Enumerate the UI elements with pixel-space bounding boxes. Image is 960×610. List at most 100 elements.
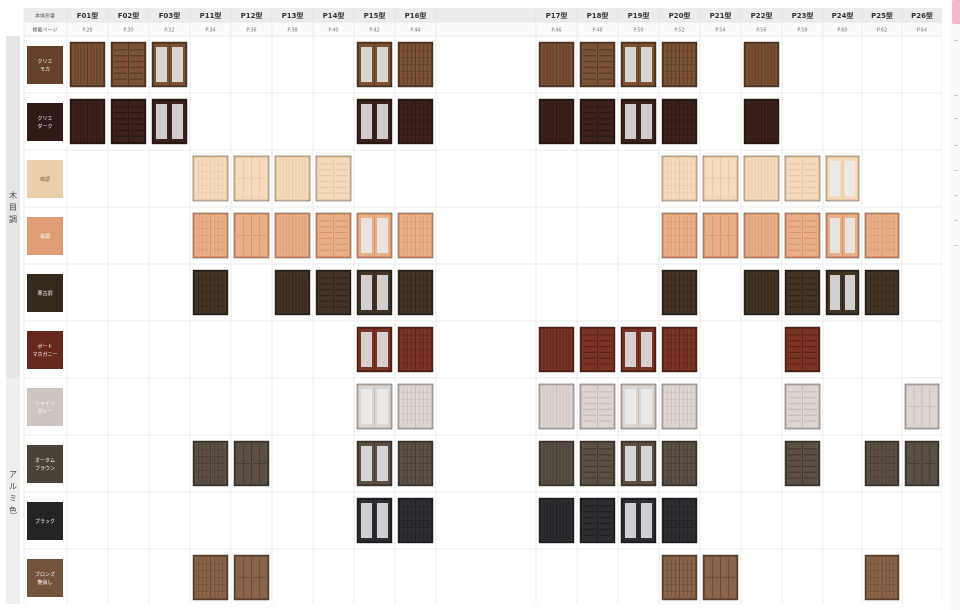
door-thumbnail[interactable] <box>661 383 698 430</box>
door-thumbnail[interactable] <box>661 212 698 259</box>
door-thumbnail[interactable] <box>579 497 616 544</box>
door-thumbnail[interactable] <box>397 497 434 544</box>
door-thumbnail[interactable] <box>397 326 434 373</box>
door-thumbnail[interactable] <box>620 440 657 487</box>
door-thumbnail[interactable] <box>661 269 698 316</box>
door-thumbnail[interactable] <box>233 554 270 601</box>
door-thumbnail[interactable] <box>397 212 434 259</box>
door-thumbnail[interactable] <box>192 212 229 259</box>
door-thumbnail[interactable] <box>69 98 106 145</box>
door-thumbnail[interactable] <box>661 440 698 487</box>
door-thumbnail[interactable] <box>620 497 657 544</box>
door-thumbnail[interactable] <box>538 497 575 544</box>
door-thumbnail[interactable] <box>743 212 780 259</box>
door-thumbnail[interactable] <box>397 383 434 430</box>
door-thumbnail[interactable] <box>192 440 229 487</box>
door-thumbnail[interactable] <box>661 554 698 601</box>
door-thumbnail[interactable] <box>784 326 821 373</box>
door-thumbnail[interactable] <box>825 269 860 316</box>
model-code: P12型 <box>241 11 263 20</box>
door-thumbnail[interactable] <box>702 554 739 601</box>
index-tab[interactable] <box>952 0 960 24</box>
door-thumbnail[interactable] <box>579 440 616 487</box>
color-name: クリエ <box>37 59 52 65</box>
door-thumbnail[interactable] <box>702 155 739 202</box>
door-thumbnail[interactable] <box>579 383 616 430</box>
door-thumbnail[interactable] <box>356 383 393 430</box>
door-thumbnail[interactable] <box>904 383 940 430</box>
door-thumbnail[interactable] <box>538 383 575 430</box>
model-page: P.30 <box>123 28 133 34</box>
door-thumbnail[interactable] <box>233 155 270 202</box>
door-thumbnail[interactable] <box>825 212 860 259</box>
door-thumbnail[interactable] <box>397 440 434 487</box>
door-thumbnail[interactable] <box>784 155 821 202</box>
model-code: F02型 <box>118 11 140 20</box>
color-name: ブロンズ <box>35 571 55 578</box>
door-thumbnail[interactable] <box>233 212 270 259</box>
door-thumbnail[interactable] <box>69 41 106 88</box>
model-code: P18型 <box>587 11 609 20</box>
door-thumbnail[interactable] <box>538 41 575 88</box>
door-thumbnail[interactable] <box>864 554 900 601</box>
door-thumbnail[interactable] <box>661 155 698 202</box>
door-thumbnail[interactable] <box>743 98 780 145</box>
door-thumbnail[interactable] <box>864 269 900 316</box>
door-thumbnail[interactable] <box>784 383 821 430</box>
model-code: P17型 <box>546 11 568 20</box>
door-thumbnail[interactable] <box>315 212 352 259</box>
door-thumbnail[interactable] <box>661 497 698 544</box>
door-thumbnail[interactable] <box>397 98 434 145</box>
door-thumbnail[interactable] <box>356 497 393 544</box>
door-thumbnail[interactable] <box>397 269 434 316</box>
door-thumbnail[interactable] <box>702 212 739 259</box>
door-thumbnail[interactable] <box>274 155 311 202</box>
door-thumbnail[interactable] <box>356 440 393 487</box>
door-thumbnail[interactable] <box>620 383 657 430</box>
door-thumbnail[interactable] <box>743 269 780 316</box>
door-thumbnail[interactable] <box>192 155 229 202</box>
door-thumbnail[interactable] <box>864 440 900 487</box>
door-thumbnail[interactable] <box>538 440 575 487</box>
model-page: P.44 <box>410 28 420 34</box>
door-thumbnail[interactable] <box>274 269 311 316</box>
door-thumbnail[interactable] <box>356 41 393 88</box>
door-thumbnail[interactable] <box>315 269 352 316</box>
door-thumbnail[interactable] <box>538 98 575 145</box>
door-thumbnail[interactable] <box>743 155 780 202</box>
door-thumbnail[interactable] <box>661 326 698 373</box>
color-name: マホガニー <box>32 351 57 358</box>
door-thumbnail[interactable] <box>356 212 393 259</box>
door-thumbnail[interactable] <box>620 41 657 88</box>
door-thumbnail[interactable] <box>110 41 147 88</box>
door-thumbnail[interactable] <box>743 41 780 88</box>
door-thumbnail[interactable] <box>661 41 698 88</box>
door-thumbnail[interactable] <box>904 440 940 487</box>
color-swatch: 栗古調 <box>27 274 63 312</box>
door-thumbnail[interactable] <box>784 269 821 316</box>
door-thumbnail[interactable] <box>579 326 616 373</box>
door-thumbnail[interactable] <box>864 212 900 259</box>
door-thumbnail[interactable] <box>620 326 657 373</box>
door-thumbnail[interactable] <box>538 326 575 373</box>
door-thumbnail[interactable] <box>233 440 270 487</box>
door-thumbnail[interactable] <box>825 155 860 202</box>
door-thumbnail[interactable] <box>784 440 821 487</box>
door-thumbnail[interactable] <box>315 155 352 202</box>
door-thumbnail[interactable] <box>151 98 188 145</box>
door-thumbnail[interactable] <box>579 98 616 145</box>
door-thumbnail[interactable] <box>192 269 229 316</box>
door-thumbnail[interactable] <box>274 212 311 259</box>
door-thumbnail[interactable] <box>620 98 657 145</box>
door-thumbnail[interactable] <box>151 41 188 88</box>
door-thumbnail[interactable] <box>110 98 147 145</box>
door-thumbnail[interactable] <box>356 326 393 373</box>
door-thumbnail[interactable] <box>356 98 393 145</box>
door-thumbnail[interactable] <box>784 212 821 259</box>
door-thumbnail[interactable] <box>192 554 229 601</box>
door-thumbnail[interactable] <box>661 98 698 145</box>
group-label: 木 <box>9 190 17 200</box>
door-thumbnail[interactable] <box>356 269 393 316</box>
door-thumbnail[interactable] <box>397 41 434 88</box>
door-thumbnail[interactable] <box>579 41 616 88</box>
